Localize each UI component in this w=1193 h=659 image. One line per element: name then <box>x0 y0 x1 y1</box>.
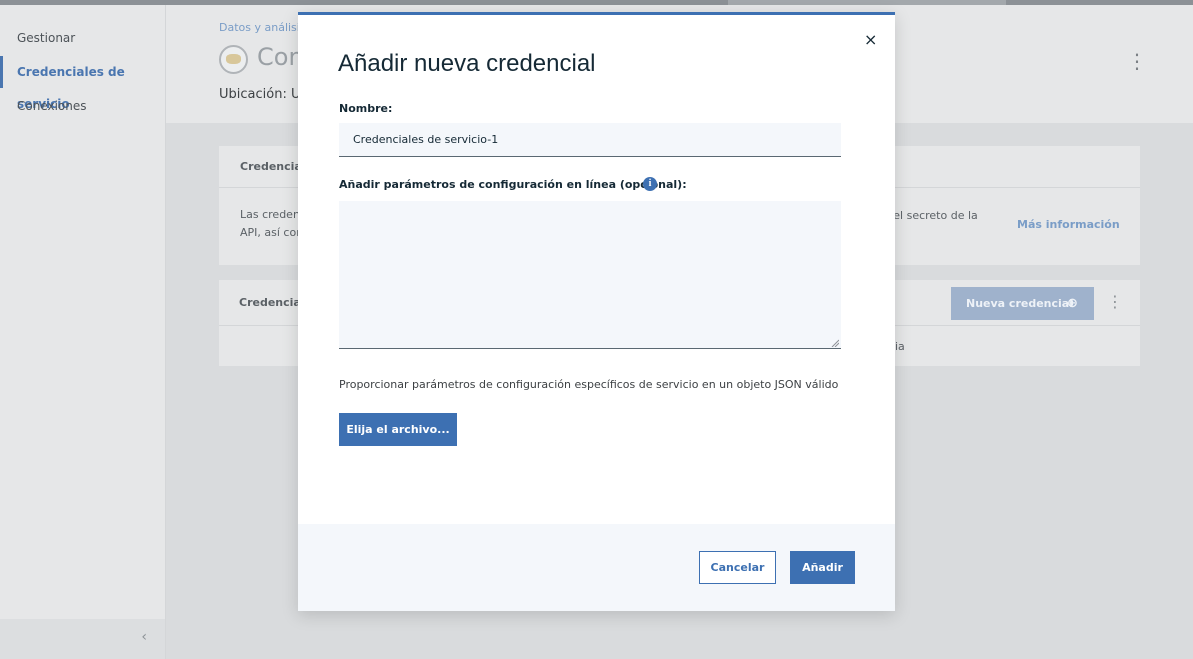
card-header: Credencial <box>239 296 305 309</box>
new-credential-label: Nueva credencial <box>966 297 1073 310</box>
add-circle-icon: ⊕ <box>1067 296 1078 311</box>
new-credential-button[interactable]: Nueva credencial ⊕ <box>951 287 1094 320</box>
location-label: Ubicación: Ur <box>219 87 306 102</box>
breadcrumb[interactable]: Datos y análisis <box>219 21 306 34</box>
service-icon <box>219 45 248 74</box>
params-label: Añadir parámetros de configuración en lí… <box>339 178 687 191</box>
chevron-left-icon: ‹ <box>141 629 147 645</box>
sidebar-item-conexiones[interactable]: Conexiones <box>0 90 165 122</box>
table-row-text: ia <box>895 340 905 353</box>
sidebar: Gestionar Credenciales de servicio Conex… <box>0 5 166 659</box>
choose-file-button[interactable]: Elija el archivo... <box>339 413 457 446</box>
add-credential-modal: × Añadir nueva credencial Nombre: Añadir… <box>298 12 895 611</box>
cancel-button[interactable]: Cancelar <box>699 551 776 584</box>
close-icon[interactable]: × <box>864 30 877 49</box>
more-info-link[interactable]: Más información <box>1017 218 1120 231</box>
name-input[interactable] <box>339 123 841 157</box>
modal-title: Añadir nueva credencial <box>338 50 596 77</box>
sidebar-collapse-button[interactable]: ‹ <box>0 619 165 659</box>
overflow-menu-icon[interactable]: ⋮ <box>1107 292 1123 311</box>
name-label: Nombre: <box>339 102 393 115</box>
info-icon[interactable]: i <box>643 177 657 191</box>
helper-text: Proporcionar parámetros de configuración… <box>339 378 839 391</box>
card-body-line: Las credenc <box>240 208 306 221</box>
overflow-menu-icon[interactable]: ⋮ <box>1127 51 1147 71</box>
resize-grip-icon[interactable] <box>831 339 839 347</box>
card-header: Credencial <box>240 160 306 173</box>
sidebar-item-gestionar[interactable]: Gestionar <box>0 22 165 54</box>
modal-footer: Cancelar Añadir <box>298 524 895 611</box>
params-textarea[interactable] <box>339 201 841 349</box>
card-body-line: API, así cor <box>240 226 301 239</box>
sidebar-item-credenciales[interactable]: Credenciales de servicio <box>0 56 165 111</box>
add-button[interactable]: Añadir <box>790 551 855 584</box>
